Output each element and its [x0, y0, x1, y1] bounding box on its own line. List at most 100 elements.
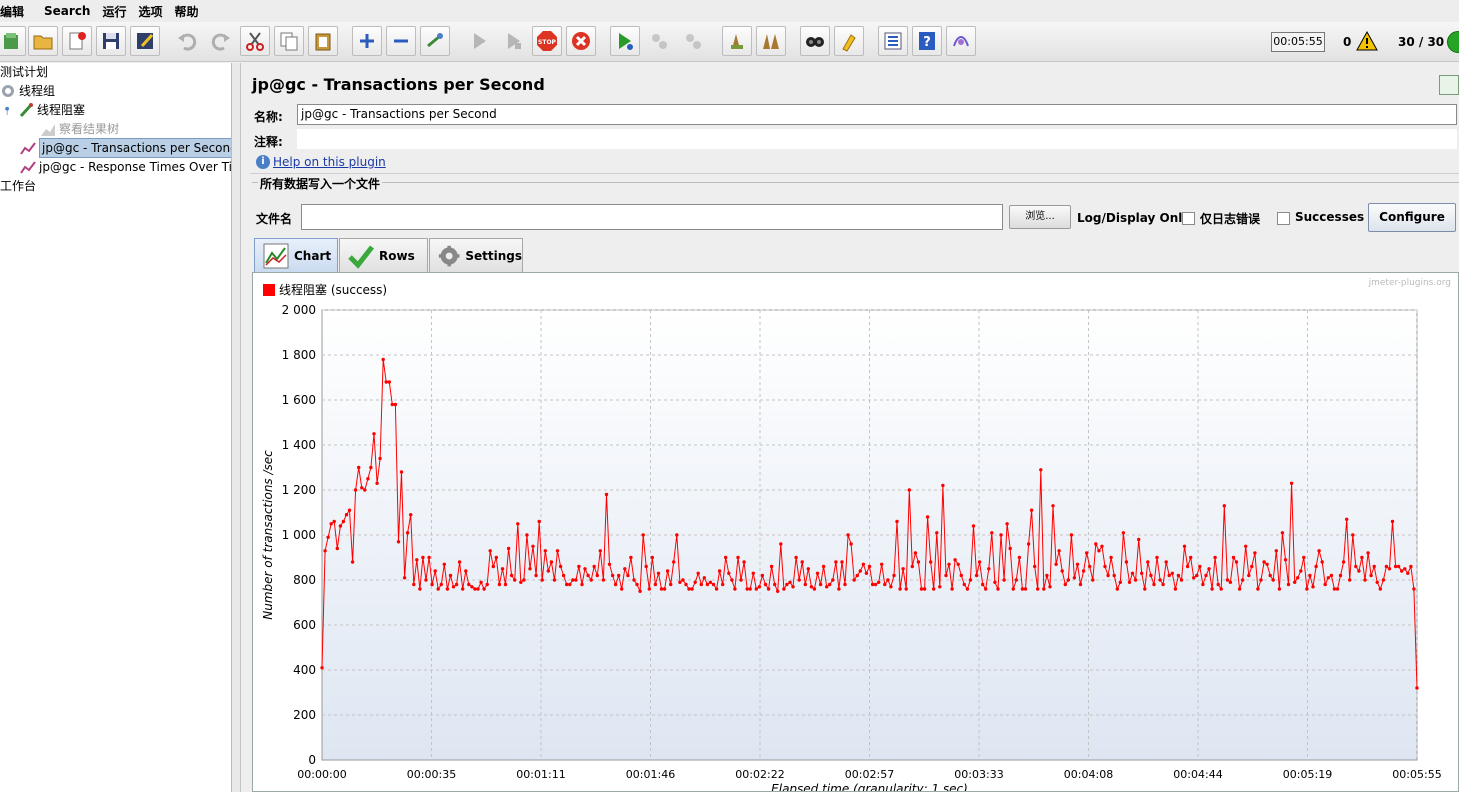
- menu-edit[interactable]: 编辑: [0, 3, 30, 20]
- data-point: [378, 456, 382, 461]
- tree-item-thread-group[interactable]: 线程组: [0, 82, 55, 100]
- data-point: [1357, 569, 1361, 573]
- tree-item-test-plan[interactable]: 测试计划: [0, 63, 48, 81]
- start-icon[interactable]: [464, 26, 494, 56]
- new-icon[interactable]: [0, 26, 26, 56]
- data-point: [656, 571, 661, 575]
- data-point: [754, 587, 758, 591]
- expand-icon[interactable]: [352, 26, 382, 56]
- maximize-icon[interactable]: [1439, 75, 1459, 95]
- name-field[interactable]: jp@gc - Transactions per Second: [297, 104, 1457, 125]
- tab-chart[interactable]: Chart: [254, 238, 338, 273]
- sampler-icon: [19, 103, 33, 118]
- clear-all-icon[interactable]: [756, 26, 786, 56]
- clear-icon[interactable]: [722, 26, 752, 56]
- tree-item-workbench[interactable]: 工作台: [0, 177, 36, 195]
- reset-search-icon[interactable]: [834, 26, 864, 56]
- data-point: [1198, 564, 1202, 569]
- data-point: [451, 585, 456, 589]
- collapse-icon[interactable]: [386, 26, 416, 56]
- data-point: [1378, 587, 1383, 591]
- data-point: [1369, 573, 1373, 578]
- data-point: [763, 582, 768, 587]
- remote-start-icon[interactable]: [610, 26, 640, 56]
- data-point: [840, 560, 844, 564]
- tree-item-transactions-per-second[interactable]: jp@gc - Transactions per Second: [20, 138, 231, 158]
- data-point: [1103, 564, 1107, 569]
- svg-text:STOP: STOP: [538, 39, 557, 46]
- x-tick-label: 00:04:08: [1064, 768, 1113, 781]
- menu-search[interactable]: Search: [44, 4, 96, 18]
- data-point: [736, 555, 740, 560]
- data-point: [1237, 587, 1242, 591]
- data-point: [880, 562, 884, 566]
- menu-options[interactable]: 选项: [138, 3, 168, 20]
- menu-help[interactable]: 帮助: [175, 3, 205, 20]
- successes-checkbox[interactable]: [1277, 212, 1290, 225]
- data-point: [959, 573, 963, 578]
- data-point: [1112, 573, 1116, 578]
- tree-item-thread-block[interactable]: 线程阻塞: [4, 101, 85, 119]
- help-link[interactable]: Help on this plugin: [273, 155, 386, 169]
- help-icon[interactable]: ?: [912, 26, 942, 56]
- copy-icon[interactable]: [274, 26, 304, 56]
- function-helper-icon[interactable]: [878, 26, 908, 56]
- data-point: [439, 582, 443, 587]
- data-point: [457, 560, 462, 564]
- data-point: [479, 580, 483, 584]
- start-no-pause-icon[interactable]: [498, 26, 528, 56]
- browse-button[interactable]: 浏览...: [1009, 205, 1071, 229]
- data-point: [326, 535, 330, 539]
- x-axis-label: Elapsed time (granularity: 1 sec): [771, 782, 968, 791]
- data-point: [623, 567, 627, 571]
- errors-only-checkbox[interactable]: [1182, 212, 1195, 225]
- redo-icon[interactable]: [206, 26, 236, 56]
- log-viewer-icon[interactable]: [946, 26, 976, 56]
- data-point: [344, 513, 349, 517]
- y-tick-label: 200: [293, 708, 316, 722]
- tab-settings[interactable]: Settings: [429, 238, 523, 272]
- file-output-section: 所有数据写入一个文件 文件名 浏览... Log/Display Only: 仅…: [252, 175, 1459, 234]
- tree-item-view-results-tree[interactable]: 察看结果树: [40, 120, 119, 138]
- menu-run[interactable]: 运行: [102, 3, 132, 20]
- data-point: [773, 582, 777, 587]
- cut-icon[interactable]: [240, 26, 270, 56]
- warning-icon[interactable]: [1356, 31, 1378, 51]
- data-point: [809, 585, 814, 589]
- data-point: [363, 488, 367, 492]
- data-point: [1054, 562, 1058, 566]
- data-point: [1320, 560, 1324, 564]
- data-point: [751, 571, 755, 575]
- data-point: [482, 587, 486, 591]
- paste-icon[interactable]: [308, 26, 338, 56]
- split-pane-divider[interactable]: [232, 63, 241, 792]
- data-point: [886, 578, 890, 582]
- comment-field[interactable]: [297, 129, 1457, 149]
- save-as-icon[interactable]: [130, 26, 160, 56]
- configure-button[interactable]: Configure: [1368, 203, 1456, 232]
- data-point: [421, 555, 425, 560]
- remote-shutdown-icon[interactable]: [678, 26, 708, 56]
- data-point: [702, 576, 706, 580]
- filename-input[interactable]: [301, 204, 1003, 230]
- data-point: [849, 542, 853, 546]
- remote-stop-icon[interactable]: [644, 26, 674, 56]
- data-point: [1042, 587, 1046, 591]
- tree-item-response-times[interactable]: jp@gc - Response Times Over Time: [20, 158, 231, 176]
- search-icon[interactable]: [800, 26, 830, 56]
- toggle-icon[interactable]: [420, 26, 450, 56]
- data-point: [1146, 560, 1150, 564]
- close-icon[interactable]: [62, 26, 92, 56]
- data-point: [852, 578, 856, 582]
- tab-rows[interactable]: Rows: [339, 238, 428, 272]
- shutdown-icon[interactable]: [566, 26, 596, 56]
- undo-icon[interactable]: [172, 26, 202, 56]
- data-point: [341, 519, 346, 524]
- data-point: [717, 569, 722, 573]
- data-point: [1192, 576, 1196, 580]
- open-icon[interactable]: [28, 26, 58, 56]
- save-icon[interactable]: [96, 26, 126, 56]
- stop-icon[interactable]: STOP: [532, 26, 562, 56]
- toggle-node-icon[interactable]: [4, 102, 14, 118]
- data-point: [892, 573, 896, 578]
